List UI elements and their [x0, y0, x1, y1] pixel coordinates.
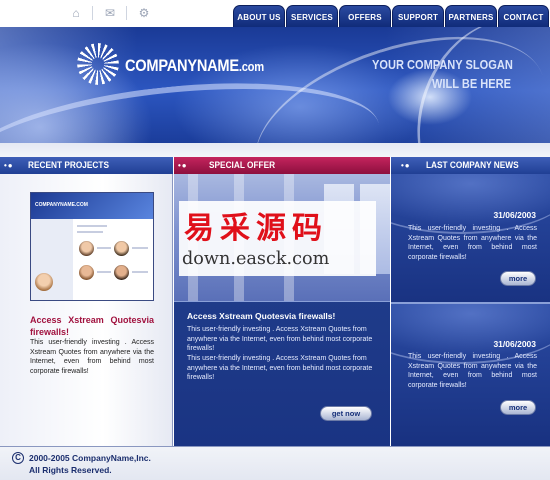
company-news-panel: 31/06/2003 This user-friendly investing …: [391, 174, 550, 446]
thumbnail-line: [77, 231, 103, 233]
thumbnail-line: [132, 247, 148, 249]
section-title: LAST COMPANY NEWS: [426, 160, 519, 170]
bullet-icon: •●: [178, 161, 188, 170]
recent-projects-panel: COMPANYNAME.COM Access Xstream Quotesvia…: [0, 174, 173, 446]
thumbnail-photo: [35, 273, 53, 291]
nav-tab-support[interactable]: SUPPORT: [392, 5, 444, 28]
thumbnail-line: [97, 247, 111, 249]
news-item: 31/06/2003 This user-friendly investing …: [391, 304, 550, 446]
header-strip: [0, 143, 550, 157]
bullet-icon: •●: [4, 161, 14, 170]
nav-tab-about-us[interactable]: ABOUT US: [233, 5, 285, 28]
news-body: This user-friendly investing . Access Xs…: [408, 225, 537, 261]
copyright-icon: C: [12, 452, 24, 464]
watermark: 易采源码 down.easck.com: [179, 201, 376, 276]
nav-tab-services[interactable]: SERVICES: [286, 5, 338, 28]
thumbnail-photo: [79, 265, 94, 280]
offer-title: Access Xstream Quotesvia firewalls!: [187, 311, 336, 321]
news-body: This user-friendly investing . Access Xs…: [408, 353, 537, 389]
get-now-button[interactable]: get now: [320, 406, 372, 421]
more-button[interactable]: more: [500, 271, 536, 286]
nav-tab-offers[interactable]: OFFERS: [339, 5, 391, 28]
mail-icon[interactable]: ✉: [102, 6, 118, 20]
nav-tab-contact-us[interactable]: CONTACT US: [498, 5, 549, 45]
section-header-company-news: •● LAST COMPANY NEWS: [391, 157, 550, 174]
header-banner: COMPANYNAME.com YOUR COMPANY SLOGAN WILL…: [0, 27, 550, 143]
watermark-url: down.easck.com: [182, 248, 330, 269]
project-description: This user-friendly investing . Access Xs…: [30, 339, 154, 375]
nav-tab-partners[interactable]: PARTNERS: [445, 5, 497, 28]
footer: C 2000-2005 CompanyName,Inc. All Rights …: [0, 446, 550, 480]
news-date: 31/06/2003: [493, 339, 536, 349]
section-title: SPECIAL OFFER: [209, 160, 276, 170]
news-date: 31/06/2003: [493, 210, 536, 220]
thumbnail-photo: [114, 241, 129, 256]
logo-name: COMPANYNAME: [125, 56, 239, 75]
project-title-link[interactable]: Access Xstream Quotesvia firewalls!: [30, 314, 154, 338]
thumbnail-line: [97, 271, 111, 273]
divider: [126, 6, 127, 20]
thumbnail-header: COMPANYNAME.COM: [31, 193, 153, 219]
rights-text: All Rights Reserved.: [29, 465, 112, 475]
thumbnail-line: [77, 225, 107, 227]
sitemap-icon[interactable]: ⚙: [136, 6, 152, 20]
special-offer-panel: 易采源码 down.easck.com Access Xstream Quote…: [174, 174, 390, 446]
copyright-text: 2000-2005 CompanyName,Inc.: [29, 453, 151, 463]
thumbnail-line: [132, 271, 148, 273]
slogan-line2: WILL BE HERE: [432, 76, 511, 91]
bullet-icon: •●: [401, 161, 411, 170]
project-thumbnail[interactable]: COMPANYNAME.COM: [30, 192, 154, 301]
section-header-recent-projects: •● RECENT PROJECTS: [0, 157, 173, 174]
thumbnail-photo: [79, 241, 94, 256]
section-header-special-offer: •● SPECIAL OFFER: [174, 157, 390, 174]
logo-domain: .com: [238, 59, 264, 74]
more-button[interactable]: more: [500, 400, 536, 415]
logo[interactable]: COMPANYNAME.com: [125, 56, 264, 76]
logo-swirl-icon: [77, 43, 119, 85]
divider: [92, 6, 93, 20]
home-icon[interactable]: ⌂: [68, 6, 84, 20]
offer-image: 易采源码 down.easck.com: [174, 174, 390, 301]
thumbnail-photo: [114, 265, 129, 280]
divider: [174, 301, 390, 302]
thumbnail-logo: COMPANYNAME.COM: [35, 202, 88, 208]
offer-paragraph: This user-friendly investing . Access Xs…: [187, 326, 373, 352]
offer-paragraph: This user-friendly investing . Access Xs…: [187, 355, 373, 381]
section-title: RECENT PROJECTS: [28, 160, 109, 170]
slogan-line1: YOUR COMPANY SLOGAN: [372, 57, 513, 72]
news-item: 31/06/2003 This user-friendly investing …: [391, 174, 550, 309]
watermark-chinese-text: 易采源码: [184, 211, 328, 246]
